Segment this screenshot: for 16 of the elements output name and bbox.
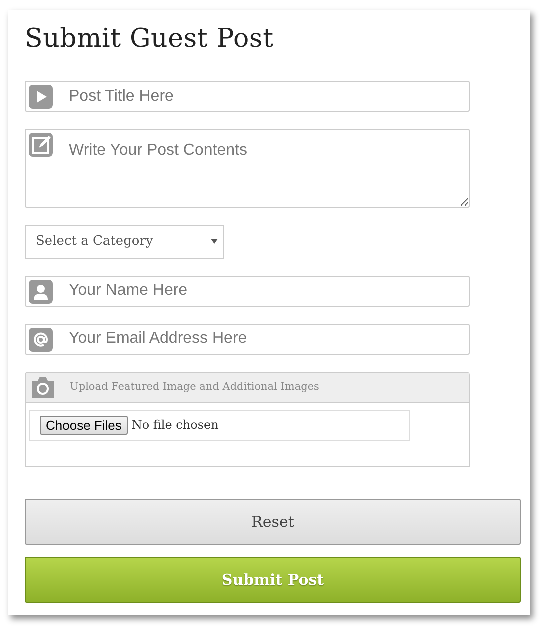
choose-files-button[interactable]: Choose Files: [40, 416, 128, 435]
user-icon: [29, 280, 53, 304]
content-field[interactable]: Write Your Post Contents: [25, 129, 470, 208]
reset-button[interactable]: Reset: [25, 499, 521, 546]
text-field[interactable]: Your Name Here: [25, 276, 470, 307]
category-dropdown[interactable]: Select a Category: [25, 225, 224, 259]
camera-icon: [30, 376, 56, 398]
caret-icon: [211, 239, 218, 244]
play-icon: [29, 85, 53, 109]
text-field[interactable]: Post Title Here: [25, 81, 470, 112]
email-field[interactable]: Your Email Address Here: [25, 324, 470, 355]
at-sign-icon: [29, 328, 53, 352]
edit-icon: [29, 133, 53, 157]
page-title: Submit Guest Post: [25, 24, 275, 54]
upload-label: Upload Featured Image and Additional Images: [70, 381, 320, 394]
file-status: No file chosen: [132, 418, 219, 432]
